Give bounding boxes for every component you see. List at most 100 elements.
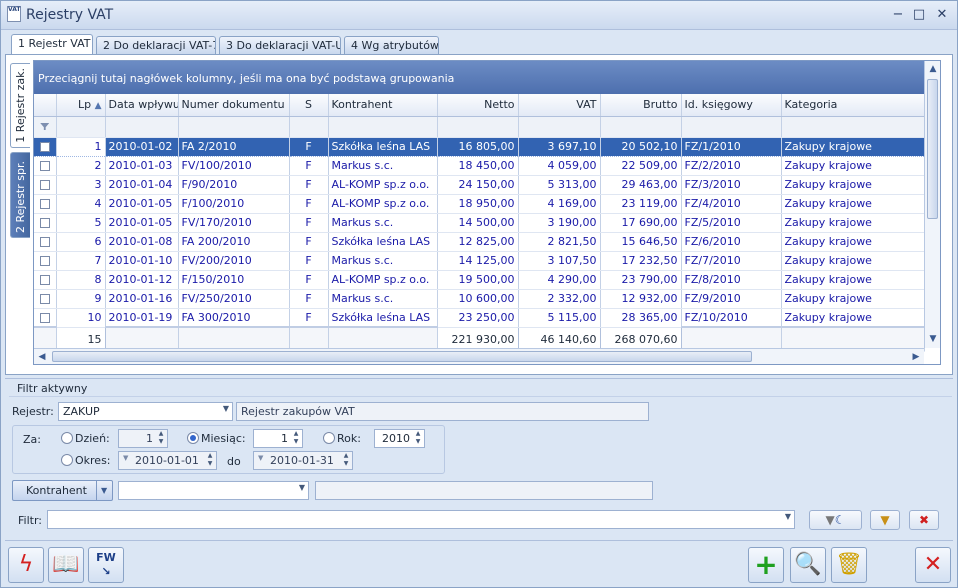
table-cell: 2010-01-12	[105, 270, 179, 290]
row-checkbox[interactable]	[39, 142, 50, 152]
tab-do-deklaracji-vatue[interactable]: 3 Do deklaracji VAT-UE	[219, 36, 341, 54]
filter-row-cell[interactable]	[681, 116, 782, 138]
row-checkbox-cell[interactable]	[34, 137, 57, 157]
view-button[interactable]: 🔍	[790, 547, 826, 583]
okres-from-date[interactable]: ▼ 2010-01-01 ▲ ▼	[118, 451, 217, 470]
table-row[interactable]: 3 2010-01-04 F/90/2010 F AL-KOMP sp.z o.o. 24…	[34, 175, 925, 195]
filter-row-cell[interactable]	[781, 116, 925, 138]
vertical-scrollbar[interactable]: ▲ ▼	[924, 61, 940, 348]
vat-register-grid[interactable]: Przeciągnij tutaj nagłówek kolumny, jeśl…	[33, 60, 941, 365]
table-row[interactable]: 6 2010-01-08 FA 200/2010 F Szkółka leśna LAS…	[34, 232, 925, 252]
filter-row-cell[interactable]	[56, 116, 106, 138]
book-button[interactable]: 📖	[48, 547, 84, 583]
kontrahent-select[interactable]: ▼	[118, 481, 309, 500]
column-header-select[interactable]	[34, 94, 57, 117]
clear-filter-button[interactable]: ✖	[909, 510, 939, 530]
lightning-button[interactable]: ϟ	[8, 547, 44, 583]
side-tab-rejestr-zak[interactable]: 1 Rejestr zak.	[10, 63, 30, 148]
row-checkbox-cell[interactable]	[34, 308, 57, 328]
scroll-left-icon[interactable]: ◀	[34, 349, 50, 364]
row-checkbox[interactable]	[39, 237, 50, 247]
table-row[interactable]: 8 2010-01-12 F/150/2010 F AL-KOMP sp.z o.o. 1…	[34, 270, 925, 290]
filter-row-cell[interactable]	[105, 116, 179, 138]
tab-wg-atrybutow[interactable]: 4 Wg atrybutów	[344, 36, 439, 54]
table-cell: Zakupy krajowe	[781, 156, 925, 176]
side-tab-rejestr-spr[interactable]: 2 Rejestr spr.	[10, 152, 30, 238]
table-row[interactable]: 10 2010-01-19 FA 300/2010 F Szkółka leśna LA…	[34, 308, 925, 328]
radio-miesiac[interactable]	[187, 432, 199, 444]
row-checkbox-cell[interactable]	[34, 251, 57, 271]
row-checkbox[interactable]	[39, 199, 50, 209]
horizontal-scrollbar[interactable]: ◀ ▶	[34, 348, 924, 364]
scroll-up-icon[interactable]: ▲	[925, 61, 940, 77]
close-button[interactable]: ✕	[915, 547, 951, 583]
row-checkbox-cell[interactable]	[34, 175, 57, 195]
column-header-lp[interactable]: Lp ▲	[56, 94, 106, 117]
row-checkbox[interactable]	[39, 275, 50, 285]
radio-rok[interactable]	[323, 432, 335, 444]
miesiac-spinner[interactable]: 1 ▲ ▼	[253, 429, 303, 448]
filter-row-cell[interactable]	[34, 116, 57, 138]
table-row[interactable]: 7 2010-01-10 FV/200/2010 F Markus s.c. 14 125…	[34, 251, 925, 271]
column-header-brutto[interactable]: Brutto	[600, 94, 682, 117]
filter-row-cell[interactable]	[328, 116, 438, 138]
chevron-down-icon[interactable]: ▼	[101, 486, 107, 495]
filter-row-cell[interactable]	[289, 116, 329, 138]
column-header-vat[interactable]: VAT	[518, 94, 601, 117]
radio-okres[interactable]	[61, 454, 73, 466]
delete-button[interactable]: 🗑	[831, 547, 867, 583]
fw-export-button[interactable]: FW ↘	[88, 547, 124, 583]
table-row[interactable]: 1 2010-01-02 FA 2/2010 F Szkółka leśna LAS 16…	[34, 137, 925, 157]
table-cell: 2010-01-02	[105, 137, 179, 157]
filter-row-cell[interactable]	[600, 116, 682, 138]
filtr-input[interactable]: ▼	[47, 510, 795, 529]
radio-dzien[interactable]	[61, 432, 73, 444]
column-header-s[interactable]: S	[289, 94, 329, 117]
minimize-button[interactable]: −	[889, 7, 907, 23]
rok-spinner[interactable]: 2010 ▲ ▼	[374, 429, 425, 448]
row-checkbox[interactable]	[39, 294, 50, 304]
group-by-bar[interactable]: Przeciągnij tutaj nagłówek kolumny, jeśl…	[34, 61, 924, 94]
row-checkbox-cell[interactable]	[34, 289, 57, 309]
okres-to-date[interactable]: ▼ 2010-01-31 ▲ ▼	[253, 451, 353, 470]
scroll-right-icon[interactable]: ▶	[908, 349, 924, 364]
tab-do-deklaracji-vat7[interactable]: 2 Do deklaracji VAT-7	[96, 36, 216, 54]
column-header-data-wplywu[interactable]: Data wpływu	[105, 94, 179, 117]
filter-row-cell[interactable]	[178, 116, 290, 138]
column-header-kontrahent[interactable]: Kontrahent	[328, 94, 438, 117]
row-checkbox[interactable]	[39, 218, 50, 228]
column-header-kategoria[interactable]: Kategoria	[781, 94, 925, 117]
table-row[interactable]: 2 2010-01-03 FV/100/2010 F Markus s.c. 18 450…	[34, 156, 925, 176]
tab-rejestr-vat[interactable]: 1 Rejestr VAT	[11, 34, 93, 54]
row-checkbox-cell[interactable]	[34, 156, 57, 176]
column-header-netto[interactable]: Netto	[437, 94, 519, 117]
add-button[interactable]: +	[748, 547, 784, 583]
dzien-spinner[interactable]: 1 ▲ ▼	[118, 429, 168, 448]
table-cell: Zakupy krajowe	[781, 194, 925, 214]
column-header-numer-dokumentu[interactable]: Numer dokumentu	[178, 94, 290, 117]
table-row[interactable]: 4 2010-01-05 F/100/2010 F AL-KOMP sp.z o.o. 1…	[34, 194, 925, 214]
advanced-filter-button[interactable]: ▼	[870, 510, 900, 530]
maximize-button[interactable]: □	[910, 7, 928, 23]
scroll-down-icon[interactable]: ▼	[925, 331, 940, 347]
filter-row[interactable]	[34, 116, 925, 138]
rejestr-select[interactable]: ZAKUP ▼	[58, 402, 233, 421]
row-checkbox[interactable]	[39, 180, 50, 190]
row-checkbox-cell[interactable]	[34, 213, 57, 233]
table-row[interactable]: 5 2010-01-05 FV/170/2010 F Markus s.c. 14 500…	[34, 213, 925, 233]
horizontal-scroll-thumb[interactable]	[52, 351, 752, 362]
row-checkbox-cell[interactable]	[34, 270, 57, 290]
table-row[interactable]: 9 2010-01-16 FV/250/2010 F Markus s.c. 10 600…	[34, 289, 925, 309]
row-checkbox-cell[interactable]	[34, 194, 57, 214]
kontrahent-type-button[interactable]: Kontrahent ▼	[12, 480, 113, 501]
row-checkbox-cell[interactable]	[34, 232, 57, 252]
close-window-button[interactable]: ✕	[933, 7, 951, 23]
row-checkbox[interactable]	[39, 312, 50, 323]
row-checkbox[interactable]	[39, 256, 50, 266]
filter-row-cell[interactable]	[518, 116, 601, 138]
filter-row-cell[interactable]	[437, 116, 519, 138]
vertical-scroll-thumb[interactable]	[927, 79, 938, 219]
column-header-id-ksiegowy[interactable]: Id. księgowy	[681, 94, 782, 117]
row-checkbox[interactable]	[39, 161, 50, 171]
apply-filter-button[interactable]: ▼☾	[809, 510, 862, 530]
